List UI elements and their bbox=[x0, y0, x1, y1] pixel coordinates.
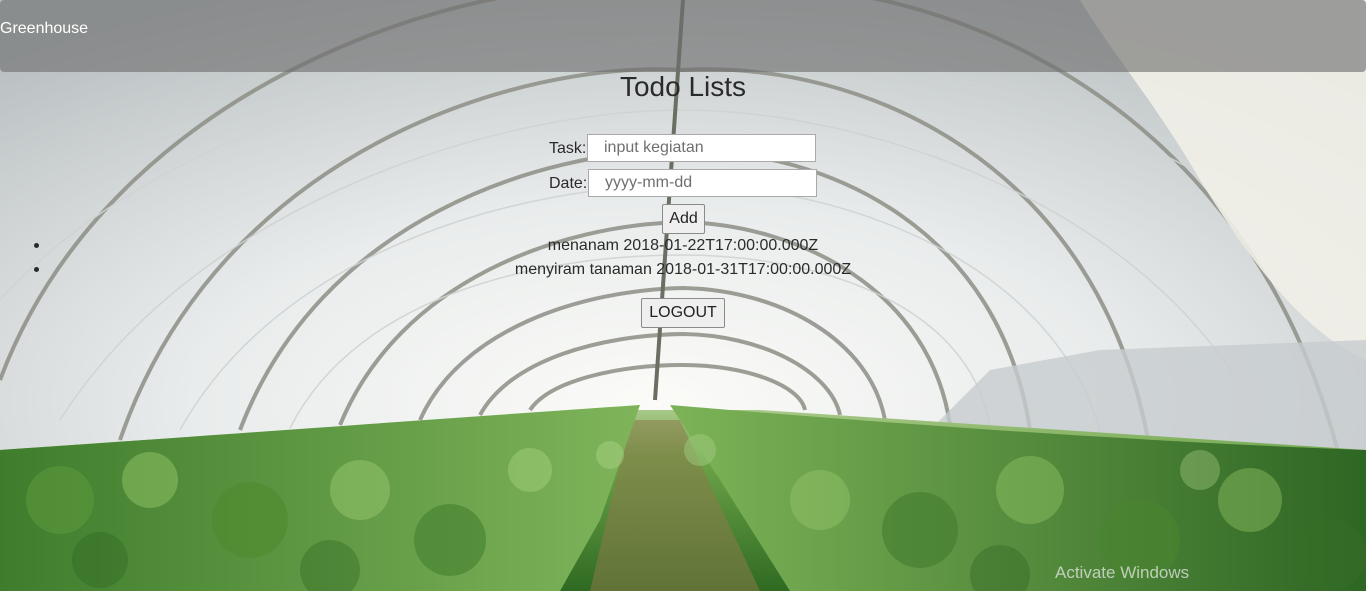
date-label: Date: bbox=[549, 175, 588, 192]
todo-list: menanam 2018-01-22T17:00:00.000Z menyira… bbox=[0, 234, 1366, 282]
brand-link[interactable]: Greenhouse bbox=[0, 20, 88, 38]
top-navbar: Greenhouse bbox=[0, 0, 1366, 72]
page-title: Todo Lists bbox=[619, 71, 747, 102]
date-input[interactable] bbox=[588, 169, 817, 197]
task-input[interactable] bbox=[587, 134, 816, 162]
bullet-icon bbox=[34, 243, 39, 248]
todo-item: menanam 2018-01-22T17:00:00.000Z bbox=[0, 234, 1366, 258]
add-button[interactable]: Add bbox=[662, 204, 705, 234]
todo-item-text: menyiram tanaman 2018-01-31T17:00:00.000… bbox=[514, 261, 852, 278]
bullet-icon bbox=[34, 267, 39, 272]
todo-item-text: menanam 2018-01-22T17:00:00.000Z bbox=[547, 237, 819, 254]
task-label: Task: bbox=[549, 140, 587, 157]
logout-button[interactable]: LOGOUT bbox=[641, 298, 725, 328]
task-row: Task: bbox=[0, 134, 1366, 164]
todo-item: menyiram tanaman 2018-01-31T17:00:00.000… bbox=[0, 258, 1366, 282]
activate-windows-watermark: Activate Windows bbox=[1055, 563, 1190, 582]
date-row: Date: bbox=[0, 169, 1366, 199]
